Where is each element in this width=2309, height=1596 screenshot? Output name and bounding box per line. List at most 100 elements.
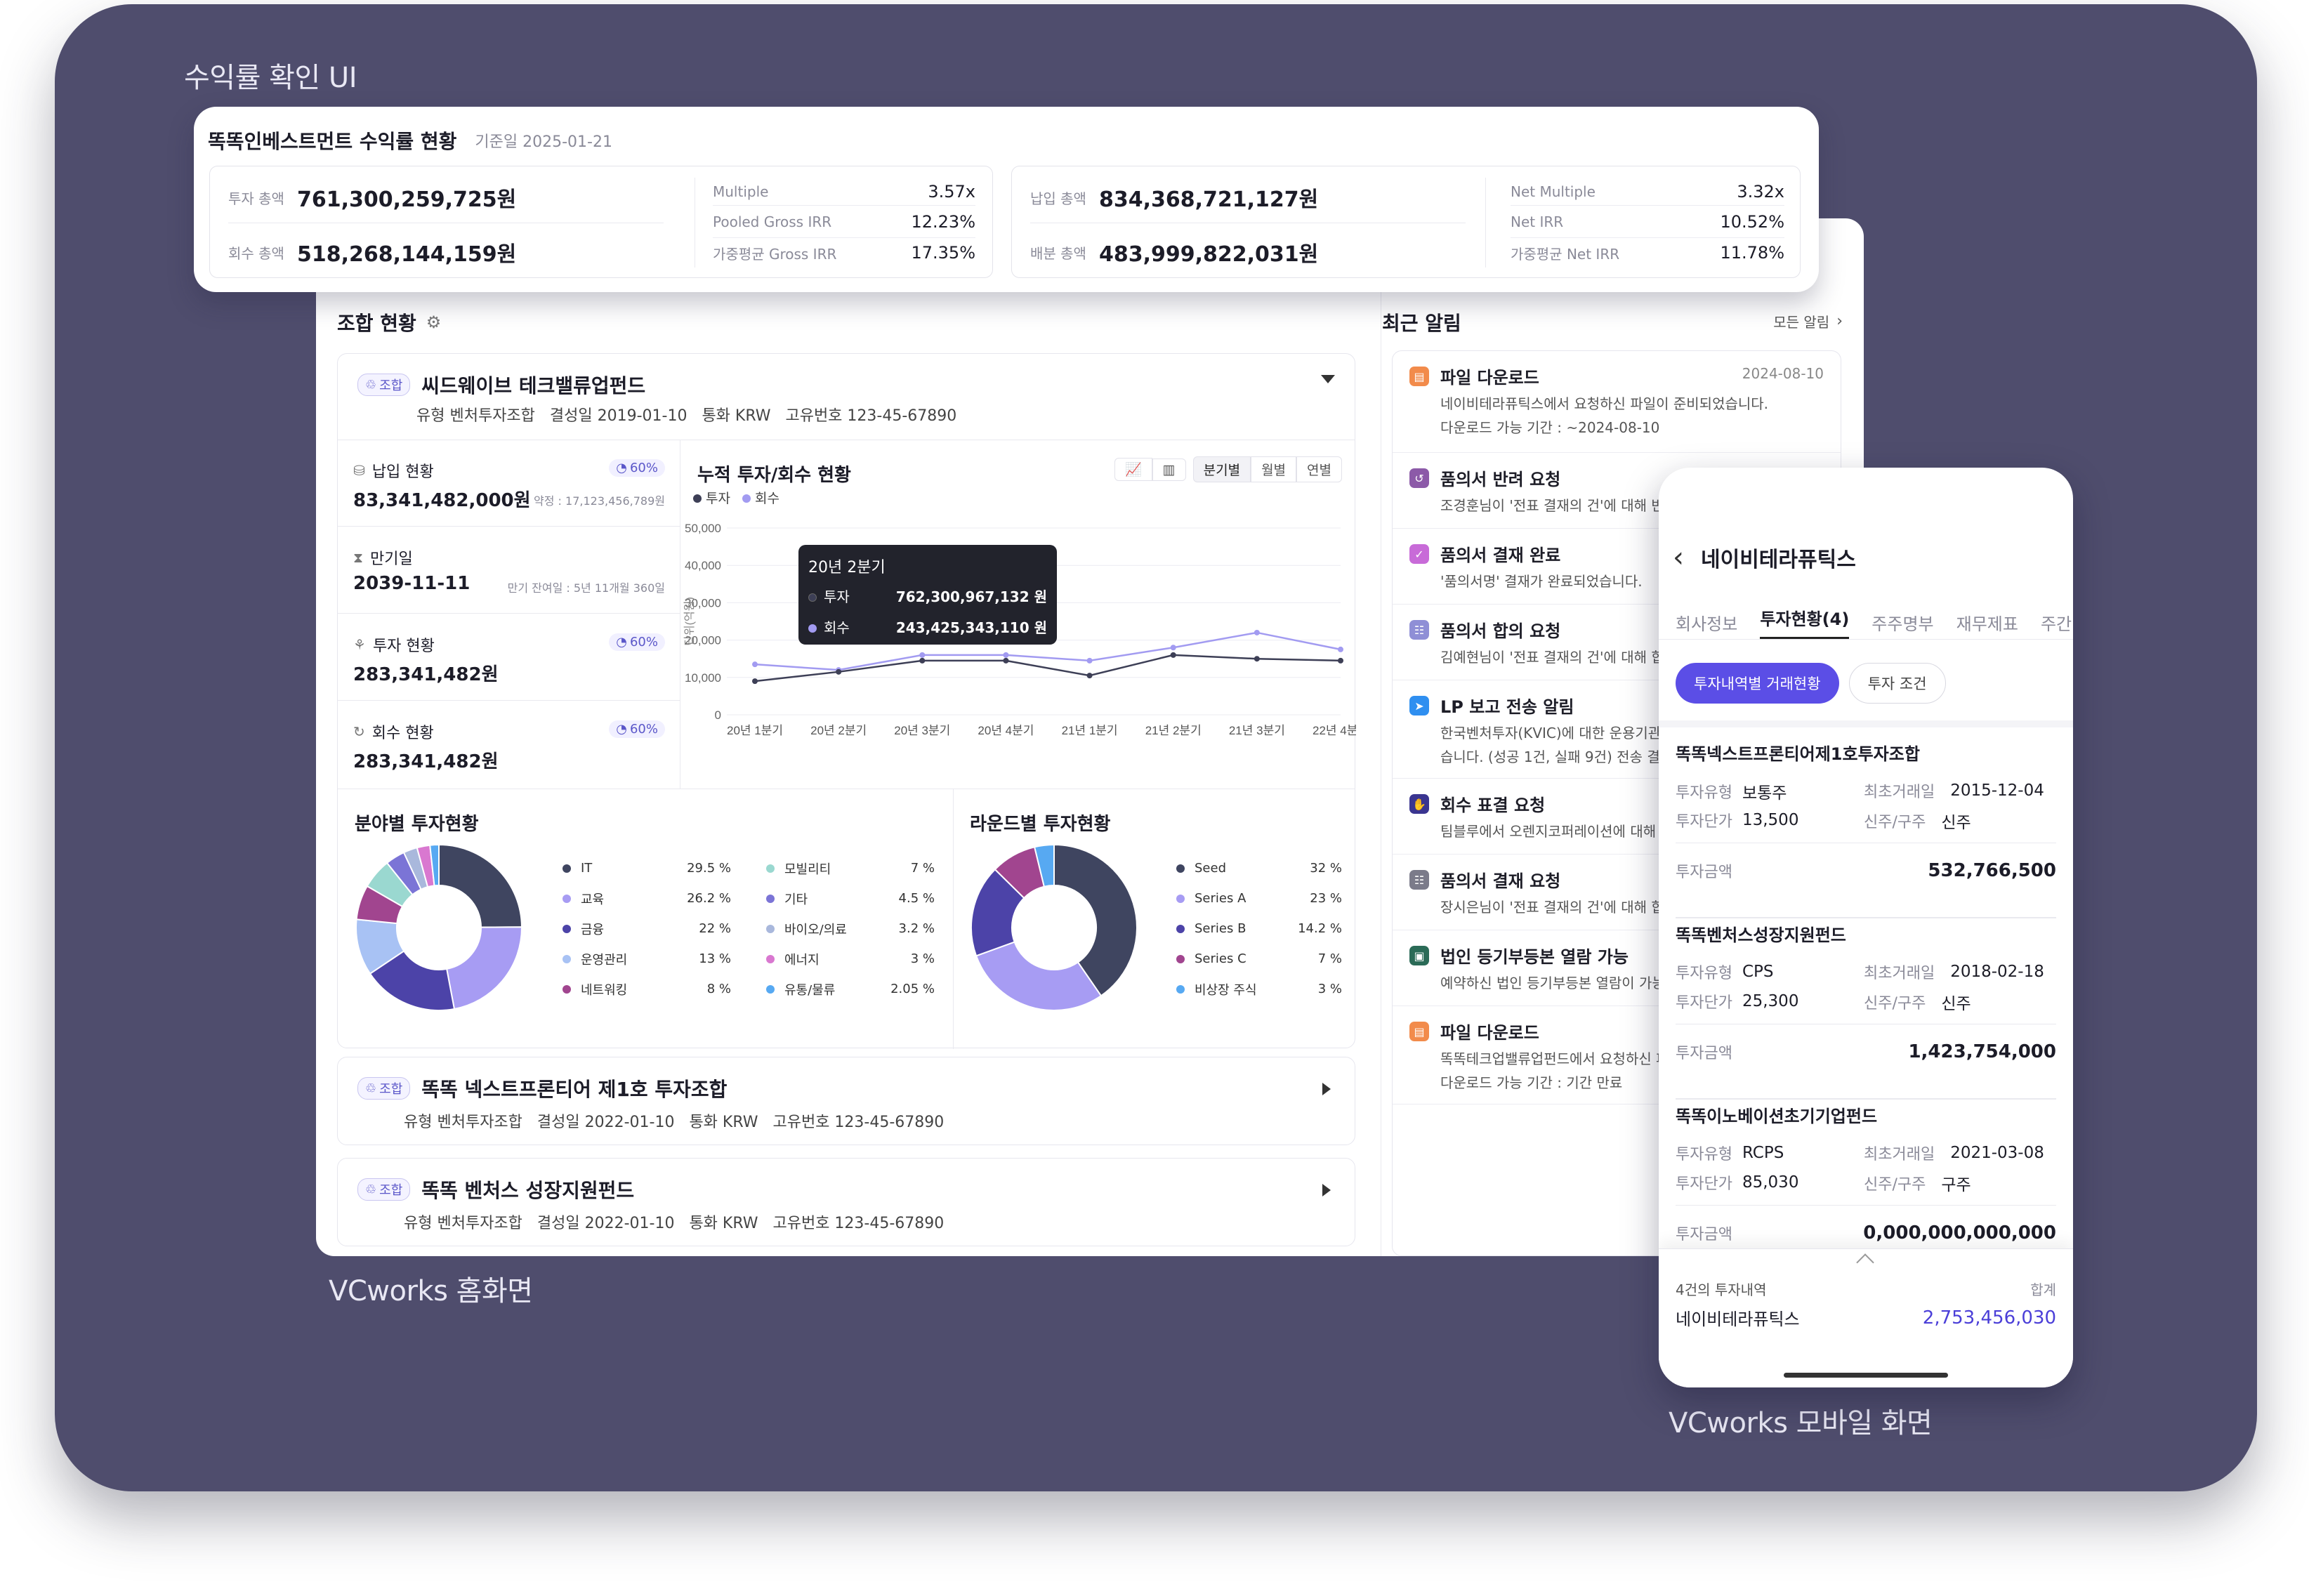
bar-chart-toggle-icon[interactable]: ▥ bbox=[1152, 458, 1186, 481]
legend-label: 운영관리 bbox=[581, 952, 628, 968]
pill-transactions[interactable]: 투자내역별 거래현황 bbox=[1676, 663, 1839, 704]
chevron-up-icon[interactable] bbox=[1856, 1253, 1874, 1272]
legend-item: 교육 26.2 % bbox=[563, 883, 731, 914]
tooltip-row-recover-value: 243,425,343,110 원 bbox=[895, 619, 1047, 636]
legend-label: 유통/물류 bbox=[784, 982, 836, 998]
data-point bbox=[1338, 657, 1343, 664]
fund-meta: 유형 벤처투자조합 결성일 2019-01-10 통화 KRW 고유번호 123… bbox=[416, 407, 957, 425]
pie-slice bbox=[445, 926, 522, 1010]
tooltip-row-invest-value: 762,300,967,132 원 bbox=[895, 588, 1047, 605]
invest-total-label: 투자 총액 bbox=[228, 190, 284, 207]
mobile-fund-item[interactable]: 똑똑벤처스성장지원펀드 투자유형 CPS 투자단가 25,300 최초거래일 2018… bbox=[1676, 921, 2056, 1094]
legend-item: 금융 22 % bbox=[563, 914, 731, 944]
back-icon[interactable]: ‹ bbox=[1673, 543, 1684, 572]
recover-total-label: 회수 총액 bbox=[228, 244, 284, 262]
sector-legend-a: IT 29.5 % 교육 26.2 % 금융 22 % 운영관리 13 % 네트워킹 8 % bbox=[563, 853, 731, 1004]
tab-company-info[interactable]: 회사정보 bbox=[1676, 610, 1737, 635]
stat-recover-value: 283,341,482원 bbox=[353, 751, 499, 772]
tab-investment-status[interactable]: 투자현황(4) bbox=[1760, 605, 1850, 639]
data-point bbox=[1003, 652, 1009, 658]
document-icon: ☷ bbox=[1409, 870, 1429, 890]
seg-monthly[interactable]: 월별 bbox=[1251, 456, 1297, 482]
line-chart-toggle-icon[interactable]: 📈 bbox=[1114, 458, 1152, 481]
expand-icon[interactable] bbox=[1322, 1083, 1331, 1095]
x-tick-label: 20년 4분기 bbox=[978, 724, 1034, 737]
summary-sum: 2,753,456,030 bbox=[1922, 1307, 2056, 1328]
fund-card-2[interactable]: ♲ 조합 똑똑 넥스트프론티어 제1호 투자조합 유형 벤처투자조합 결성일 20… bbox=[337, 1057, 1355, 1145]
legend-dot bbox=[693, 494, 702, 503]
legend-dot bbox=[766, 924, 775, 933]
home-indicator bbox=[1784, 1373, 1948, 1378]
progress-ring-icon: ◔ bbox=[616, 635, 627, 649]
legend-label: 모빌리티 bbox=[784, 862, 831, 877]
mobile-fund-amount: 1,423,754,000 bbox=[1908, 1041, 2056, 1062]
fund-name[interactable]: 씨드웨이브 테크밸류업펀드 bbox=[421, 371, 645, 399]
tooltip-row-invest-label: 투자 bbox=[824, 588, 850, 605]
legend-label: 기타 bbox=[784, 892, 808, 907]
mobile-fund-item[interactable]: 똑똑이노베이션초기기업펀드 투자유형 RCPS 투자단가 85,030 최초거래일 2… bbox=[1676, 1102, 2056, 1264]
sector-title: 분야별 투자현황 bbox=[355, 814, 479, 835]
refresh-icon: ↻ bbox=[353, 723, 365, 740]
stat-invest: ⚘ 투자 현황 ◔ 60% 283,341,482원 bbox=[338, 614, 680, 701]
tab-more[interactable]: 주간 bbox=[2041, 610, 2072, 635]
recover-total-value: 518,268,144,159원 bbox=[296, 242, 517, 267]
legend-value: 3 % bbox=[1317, 982, 1342, 996]
fund-type-chip: ♲ 조합 bbox=[357, 374, 411, 396]
cumulative-chart-panel: 누적 투자/회수 현황 📈 ▥ 분기별 월별 연별 투자 회수 50,000 40,0… bbox=[680, 440, 1356, 789]
mobile-title: 네이비테라퓨틱스 bbox=[1701, 548, 1856, 572]
pill-terms[interactable]: 투자 조건 bbox=[1848, 663, 1946, 704]
coins-icon: ⛁ bbox=[353, 462, 365, 479]
metric-value: 3.32x bbox=[1737, 181, 1784, 202]
fund-card-3[interactable]: ♲ 조합 똑똑 벤처스 성장지원펀드 유형 벤처투자조합 결성일 2022-01-… bbox=[337, 1158, 1355, 1246]
notifications-title: 최근 알림 bbox=[1382, 312, 1461, 335]
legend-value: 2.05 % bbox=[890, 982, 935, 996]
collapse-icon[interactable] bbox=[1321, 375, 1335, 383]
tab-financials[interactable]: 재무제표 bbox=[1956, 610, 2018, 635]
summary-sum-label: 합계 bbox=[2030, 1281, 2056, 1298]
legend-label: Series A bbox=[1195, 891, 1246, 906]
legend-label: 회수 bbox=[755, 491, 779, 506]
settings-icon[interactable]: ⚙ bbox=[426, 312, 442, 332]
data-point bbox=[1338, 646, 1343, 652]
mobile-tabs: 회사정보 투자현황(4) 주주명부 재무제표 주간 bbox=[1676, 605, 2072, 639]
legend-dot bbox=[563, 984, 571, 994]
seg-yearly[interactable]: 연별 bbox=[1296, 456, 1342, 482]
metric-value: 10.52% bbox=[1720, 211, 1784, 232]
data-point bbox=[752, 678, 758, 685]
all-notifications-link[interactable]: 모든 알림 › bbox=[1773, 311, 1843, 331]
legend-item: 기타 4.5 % bbox=[766, 883, 935, 914]
distribution-total-value: 483,999,822,031원 bbox=[1098, 242, 1319, 267]
legend-item: Series A 23 % bbox=[1176, 883, 1342, 914]
metric-label: Pooled Gross IRR bbox=[713, 213, 832, 230]
section-label-mobile: VCworks 모바일 화면 bbox=[1669, 1407, 1933, 1439]
registry-icon: ▣ bbox=[1409, 946, 1429, 965]
legend-value: 3 % bbox=[910, 951, 935, 966]
hourglass-icon: ⧗ bbox=[353, 549, 364, 566]
returns-box-right: 납입 총액 834,368,721,127원 배분 총액 483,999,822… bbox=[1011, 166, 1801, 278]
round-legend: Seed 32 % Series A 23 % Series B 14.2 % Series… bbox=[1176, 853, 1342, 1004]
notification-date: 2024-08-10 bbox=[1742, 365, 1824, 382]
legend-item: 회수 bbox=[742, 491, 779, 506]
x-tick-label: 20년 3분기 bbox=[894, 724, 950, 737]
fund-meta: 유형 벤처투자조합 결성일 2022-01-10 통화 KRW 고유번호 123… bbox=[404, 1215, 945, 1232]
x-tick-label: 20년 2분기 bbox=[810, 724, 867, 737]
stat-maturity-sub: 만기 잔여일 : 5년 11개월 360일 bbox=[507, 581, 665, 595]
legend-value: 13 % bbox=[699, 951, 731, 966]
seg-quarterly[interactable]: 분기별 bbox=[1192, 456, 1251, 482]
pie-slice bbox=[975, 941, 1103, 1011]
legend-item: 에너지 3 % bbox=[766, 944, 935, 974]
tab-shareholders[interactable]: 주주명부 bbox=[1871, 610, 1933, 635]
notification-item[interactable]: ▤ 파일 다운로드 2024-08-10 네이비테라퓨틱스에서 요청하신 파일이… bbox=[1393, 351, 1841, 453]
sector-donut bbox=[355, 843, 523, 1011]
fund-name: 똑똑 벤처스 성장지원펀드 bbox=[421, 1179, 635, 1202]
data-point bbox=[1086, 673, 1093, 679]
section-label-home: VCworks 홈화면 bbox=[329, 1275, 533, 1307]
returns-card: 똑똑인베스트먼트 수익률 현황 기준일 2025-01-21 투자 총액 761… bbox=[194, 107, 1819, 292]
y-axis-label: 단위(억원) bbox=[683, 597, 696, 646]
stat-maturity: ⧗ 만기일 2039-11-11 만기 잔여일 : 5년 11개월 360일 bbox=[338, 527, 680, 614]
mobile-fund-item[interactable]: 똑똑넥스트프론티어제1호투자조합 투자유형 보통주 투자단가 13,500 최초거래… bbox=[1676, 740, 2056, 913]
sprout-icon: ⚘ bbox=[353, 636, 366, 653]
x-tick-label: 20년 1분기 bbox=[727, 724, 783, 737]
file-icon: ▤ bbox=[1409, 1022, 1429, 1041]
expand-icon[interactable] bbox=[1322, 1184, 1331, 1196]
